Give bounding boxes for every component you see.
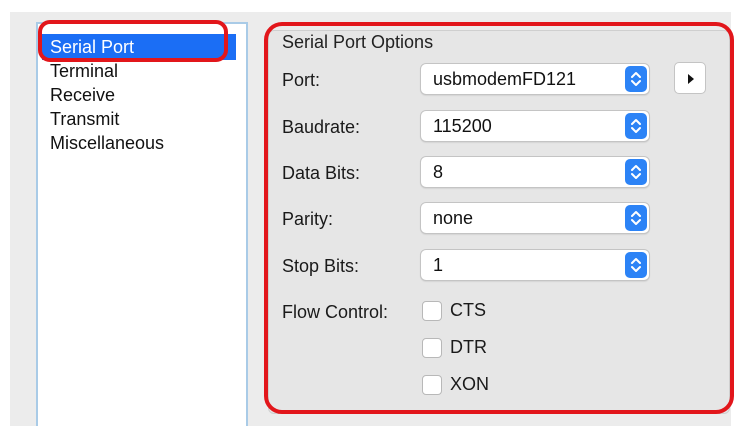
sidebar-highlight-annotation	[38, 20, 228, 62]
sidebar-item-transmit[interactable]: Transmit	[50, 108, 119, 130]
options-highlight-annotation	[264, 22, 734, 414]
sidebar-item-receive[interactable]: Receive	[50, 84, 115, 106]
sidebar-list: Serial Port Terminal Receive Transmit Mi…	[36, 22, 248, 426]
sidebar-item-terminal[interactable]: Terminal	[50, 60, 118, 82]
left-frame	[0, 0, 10, 426]
sidebar-item-miscellaneous[interactable]: Miscellaneous	[50, 132, 164, 154]
top-frame	[0, 0, 741, 12]
